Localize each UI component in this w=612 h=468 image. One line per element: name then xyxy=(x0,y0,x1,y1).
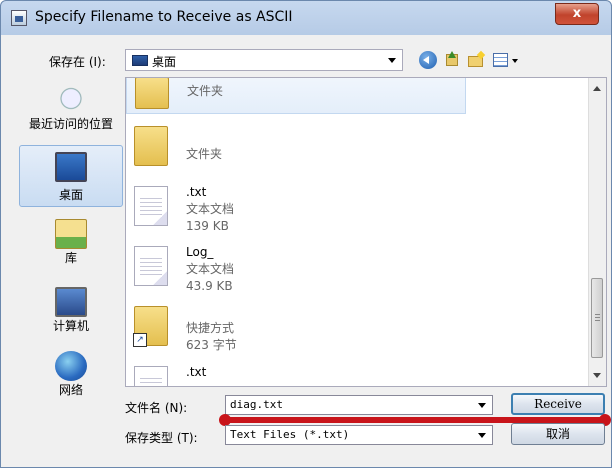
file-size: 139 KB xyxy=(186,219,229,233)
filetype-label: 保存类型 (T): xyxy=(125,431,198,445)
filename-value: diag.txt xyxy=(230,398,283,411)
window-title: Specify Filename to Receive as ASCII xyxy=(35,9,293,25)
file-list[interactable]: 文件夹 文件夹 .txt 文本文档 139 KB Log_ 文本文档 43.9 … xyxy=(125,77,607,387)
scrollbar-thumb[interactable] xyxy=(591,278,603,358)
list-item[interactable]: 文件夹 xyxy=(126,78,466,114)
place-computer[interactable]: 计算机 xyxy=(19,287,123,347)
file-type: 文本文档 xyxy=(186,202,235,216)
view-menu-icon[interactable] xyxy=(493,51,521,69)
list-item[interactable]: 文件夹 xyxy=(126,120,466,172)
app-icon xyxy=(11,10,27,26)
receive-button[interactable]: Receive xyxy=(511,393,605,415)
list-item[interactable]: .txt 文本文档 139 KB xyxy=(126,180,466,233)
filetype-value: Text Files (*.txt) xyxy=(230,428,350,441)
desktop-icon xyxy=(132,55,148,66)
list-item[interactable]: Log_ 文本文档 43.9 KB xyxy=(126,240,466,293)
cancel-button[interactable]: 取消 xyxy=(511,423,605,445)
file-type: 文件夹 xyxy=(186,147,223,161)
vertical-scrollbar[interactable] xyxy=(588,78,606,386)
list-item[interactable]: ↗ 快捷方式 623 字节 xyxy=(126,300,466,352)
text-document-icon xyxy=(134,246,168,286)
chevron-down-icon[interactable] xyxy=(478,403,486,408)
file-name: .txt xyxy=(186,365,207,379)
shortcut-arrow-icon: ↗ xyxy=(133,333,147,347)
folder-icon xyxy=(135,78,169,109)
look-in-dropdown[interactable]: 桌面 xyxy=(125,49,403,71)
chevron-down-icon xyxy=(388,58,396,63)
filename-input[interactable]: diag.txt xyxy=(225,395,493,415)
text-document-icon xyxy=(134,186,168,226)
chevron-down-icon[interactable] xyxy=(478,433,486,438)
file-name: .txt xyxy=(186,185,207,199)
place-desktop[interactable]: 桌面 xyxy=(19,145,123,207)
look-in-value: 桌面 xyxy=(152,55,177,69)
new-folder-icon[interactable] xyxy=(467,51,485,69)
place-libraries[interactable]: 库 xyxy=(19,219,123,279)
desktop-icon xyxy=(55,152,87,182)
back-icon[interactable] xyxy=(419,51,437,69)
file-size: 623 字节 xyxy=(186,338,237,352)
filetype-select[interactable]: Text Files (*.txt) xyxy=(225,425,493,445)
place-label: 网络 xyxy=(58,383,83,397)
look-in-label: 保存在 (I): xyxy=(49,55,106,69)
file-type: 文件夹 xyxy=(187,84,224,98)
save-dialog-window: Specify Filename to Receive as ASCII x 保… xyxy=(0,0,612,468)
title-bar[interactable]: Specify Filename to Receive as ASCII x xyxy=(1,1,611,35)
file-type: 文本文档 xyxy=(186,262,235,276)
network-icon xyxy=(55,351,87,381)
folder-icon xyxy=(134,126,168,166)
shortcut-icon: ↗ xyxy=(133,306,168,347)
filename-label: 文件名 (N): xyxy=(125,401,188,415)
scroll-down-icon[interactable] xyxy=(593,373,601,378)
place-label: 计算机 xyxy=(52,319,89,333)
place-network[interactable]: 网络 xyxy=(19,351,123,411)
place-label: 桌面 xyxy=(58,188,83,202)
libraries-icon xyxy=(55,219,87,249)
places-bar: 最近访问的位置 桌面 库 计算机 网络 xyxy=(15,77,123,415)
close-button[interactable]: x xyxy=(555,3,599,25)
computer-icon xyxy=(55,287,87,317)
file-name: Log_ xyxy=(186,245,214,259)
place-recent[interactable]: 最近访问的位置 xyxy=(19,85,123,145)
file-size: 43.9 KB xyxy=(186,279,233,293)
recent-places-icon xyxy=(55,85,87,115)
file-type: 快捷方式 xyxy=(186,321,235,335)
place-label: 最近访问的位置 xyxy=(28,117,113,131)
text-document-icon xyxy=(134,366,168,386)
scroll-up-icon[interactable] xyxy=(593,86,601,91)
up-folder-icon[interactable] xyxy=(443,51,461,69)
list-item[interactable]: .txt xyxy=(126,360,466,386)
place-label: 库 xyxy=(64,251,77,265)
